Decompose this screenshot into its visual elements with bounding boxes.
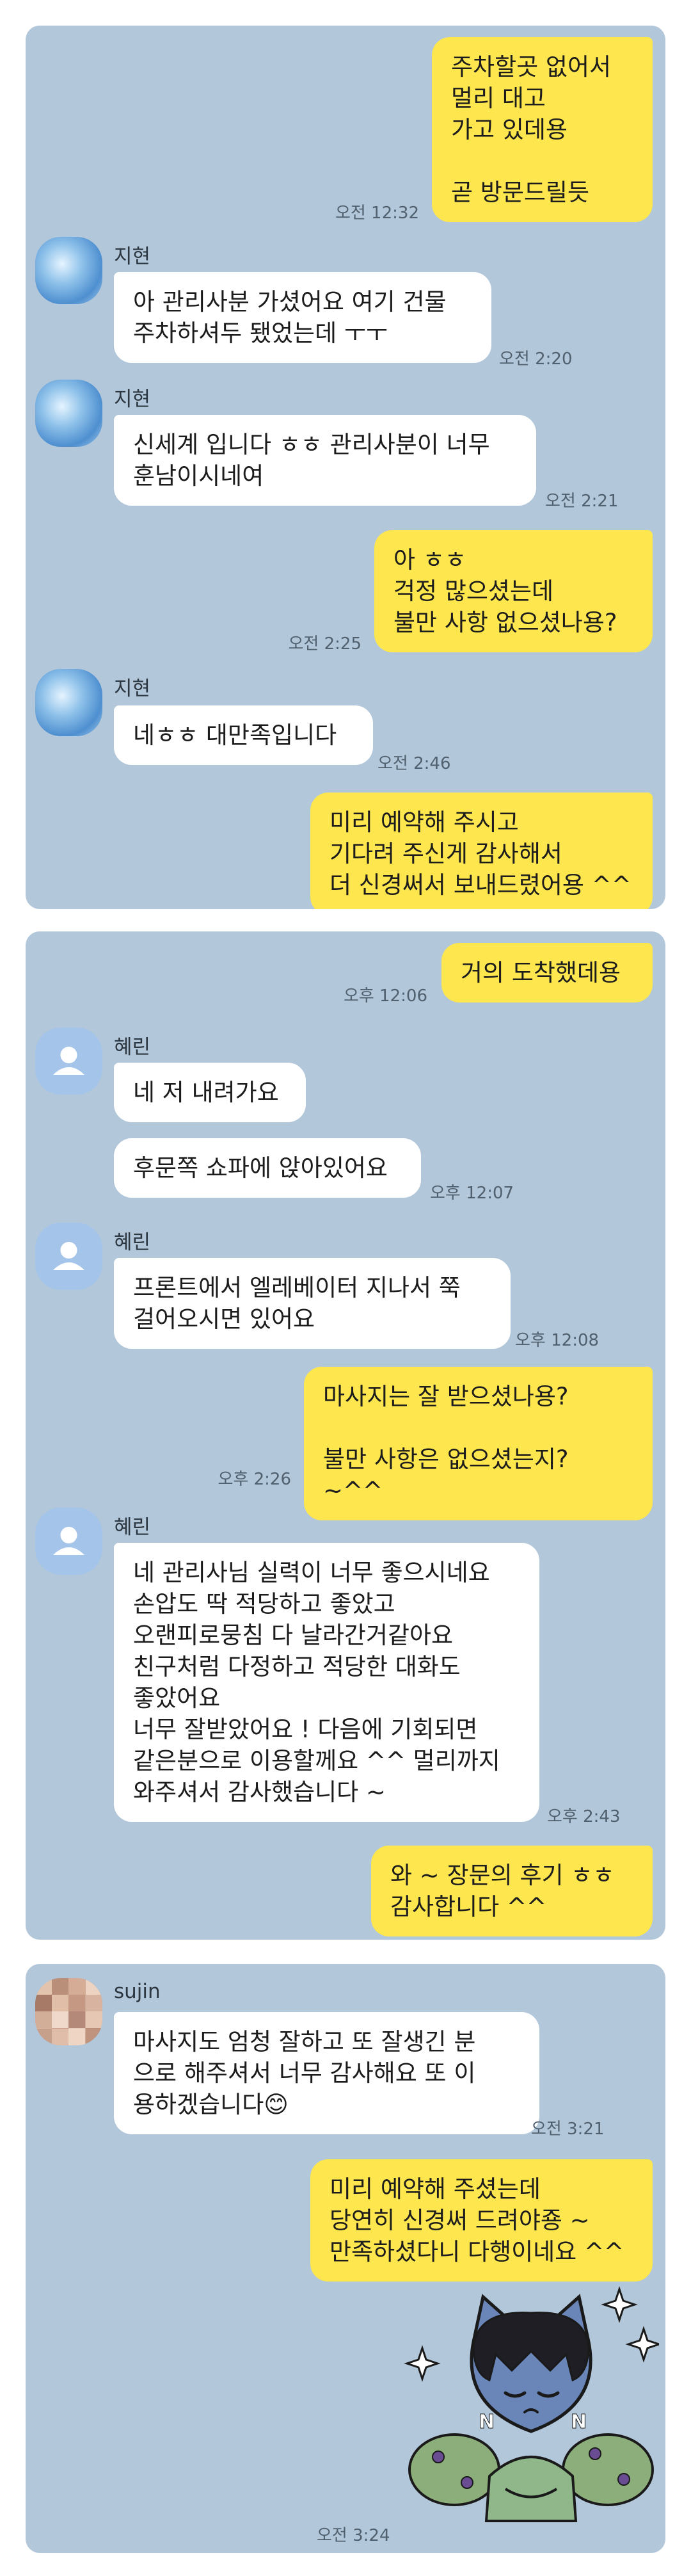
incoming-message: 아 관리사분 가셨어요 여기 건물 주차하셔두 됐었는데 ㅜㅜ bbox=[114, 272, 491, 363]
incoming-message: 프론트에서 엘레베이터 지나서 쭉 걸어오시면 있어요 bbox=[114, 1258, 511, 1349]
outgoing-message: 아 ㅎㅎ 걱정 많으셨는데 불만 사항 없으셨나용? bbox=[374, 530, 653, 652]
sender-name: sujin bbox=[114, 1980, 161, 2003]
sender-name: 지현 bbox=[114, 245, 151, 268]
incoming-message: 네ㅎㅎ 대만족입니다 bbox=[114, 705, 373, 765]
incoming-message: 네 저 내려가요 bbox=[114, 1063, 306, 1122]
incoming-message: 네 관리사님 실력이 너무 좋으시네요 손압도 딱 적당하고 좋았고 오랜피로뭉… bbox=[114, 1543, 539, 1822]
outgoing-message: 미리 예약해 주시고 기다려 주신게 감사해서 더 신경써서 보내드렸어용 ^^ bbox=[310, 793, 653, 909]
sender-name: 지현 bbox=[114, 388, 151, 411]
message-time: 오후 2:43 bbox=[547, 1807, 621, 1826]
chat-screenshot-2: 거의 도착했데용 오후 12:06 혜린 네 저 내려가요 후문쪽 쇼파에 앉아… bbox=[26, 931, 665, 1940]
outgoing-message: 마사지는 잘 받으셨나용? 불만 사항은 없으셨는지? ~^^ bbox=[304, 1367, 653, 1520]
message-time: 오전 2:46 bbox=[377, 754, 451, 773]
chat-screenshot-1: 주차할곳 없어서 멀리 대고 가고 있데용 곧 방문드릴듯 오전 12:32 지… bbox=[26, 26, 665, 909]
message-time: 오후 12:06 bbox=[343, 986, 427, 1006]
outgoing-message: 주차할곳 없어서 멀리 대고 가고 있데용 곧 방문드릴듯 bbox=[432, 37, 653, 222]
message-time: 오전 3:24 bbox=[317, 2526, 390, 2545]
avatar[interactable] bbox=[35, 669, 102, 736]
outgoing-message: 거의 도착했데용 bbox=[441, 943, 653, 1002]
sender-name: 지현 bbox=[114, 677, 151, 700]
incoming-message: 후문쪽 쇼파에 앉아있어요 bbox=[114, 1138, 421, 1198]
message-time: 오후 12:08 bbox=[515, 1331, 600, 1350]
chat-screenshot-3: sujin 마사지도 엄청 잘하고 또 잘생긴 분 으로 해주셔서 너무 감사해… bbox=[26, 1964, 665, 2553]
avatar[interactable] bbox=[35, 380, 102, 447]
incoming-message: 신세계 입니다 ㅎㅎ 관리사분이 너무 훈남이시네여 bbox=[114, 415, 536, 506]
default-profile-icon bbox=[53, 1047, 84, 1075]
message-time: 오후 12:07 bbox=[430, 1184, 514, 1203]
message-time: 오전 2:25 bbox=[288, 634, 362, 654]
avatar[interactable] bbox=[35, 237, 102, 304]
incoming-message: 마사지도 엄청 잘하고 또 잘생긴 분 으로 해주셔서 너무 감사해요 또 이 … bbox=[114, 2012, 539, 2134]
svg-text:N: N bbox=[571, 2411, 587, 2433]
message-time: 오전 2:21 bbox=[545, 492, 619, 511]
avatar[interactable] bbox=[35, 1027, 102, 1095]
avatar[interactable] bbox=[35, 1223, 102, 1290]
message-time: 오전 2:20 bbox=[499, 350, 573, 369]
sender-name: 혜린 bbox=[114, 1231, 151, 1254]
cat-character-sticker-icon[interactable]: N N bbox=[403, 2284, 662, 2527]
sender-name: 혜린 bbox=[114, 1036, 151, 1059]
outgoing-message: 미리 예약해 주셨는데 당연히 신경써 드려야죵 ~ 만족하셨다니 다행이네요 … bbox=[310, 2159, 653, 2282]
message-time: 오전 3:21 bbox=[531, 2120, 605, 2139]
svg-text:N: N bbox=[479, 2411, 495, 2433]
avatar[interactable] bbox=[35, 1508, 102, 1575]
message-time: 오전 12:32 bbox=[335, 204, 419, 223]
sender-name: 혜린 bbox=[114, 1516, 151, 1539]
outgoing-message: 와 ~ 장문의 후기 ㅎㅎ 감사합니다 ^^ bbox=[371, 1846, 653, 1936]
default-profile-icon bbox=[53, 1527, 84, 1555]
message-time: 오후 2:26 bbox=[218, 1470, 292, 1489]
default-profile-icon bbox=[53, 1242, 84, 1270]
avatar[interactable] bbox=[35, 1978, 102, 2045]
